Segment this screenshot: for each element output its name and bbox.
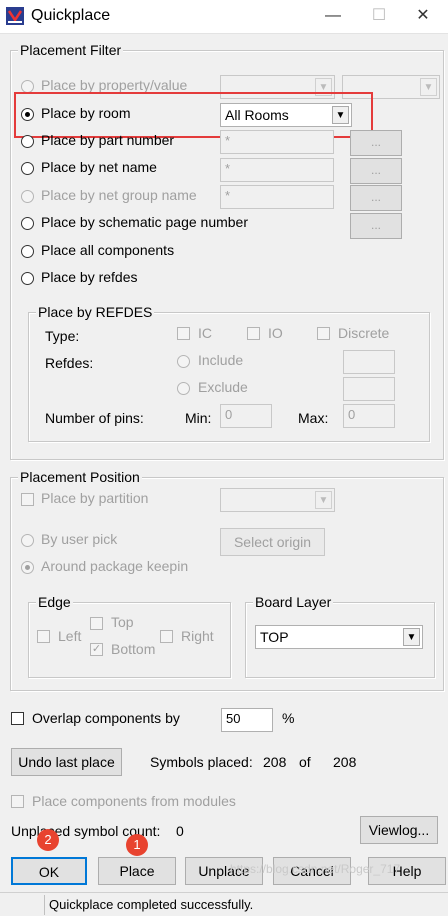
symbols-placed-label: Symbols placed: (150, 754, 253, 770)
step-badge-place: 1 (126, 834, 148, 856)
minimize-button[interactable]: — (310, 0, 356, 34)
overlap-label: Overlap components by (32, 710, 180, 726)
modules-checkbox[interactable] (11, 795, 24, 808)
symbols-of-label: of (299, 754, 311, 770)
radio-net-group[interactable] (21, 190, 34, 203)
min-pins-field[interactable]: 0 (220, 404, 272, 428)
type-io-checkbox[interactable] (247, 327, 260, 340)
placement-filter-legend: Placement Filter (18, 42, 124, 58)
include-label: Include (198, 352, 244, 368)
type-discrete-checkbox[interactable] (317, 327, 330, 340)
min-label: Min: (185, 410, 212, 426)
watermark: https://blog.csdn.net/Roger_717 (230, 862, 401, 876)
radio-schematic-page[interactable] (21, 217, 34, 230)
edge-right-checkbox[interactable] (160, 630, 173, 643)
net-name-browse-button[interactable]: ... (350, 158, 402, 184)
radio-net-name[interactable] (21, 162, 34, 175)
overlap-checkbox[interactable] (11, 712, 24, 725)
net-group-browse-button[interactable]: ... (350, 185, 402, 211)
status-bar: Quickplace completed successfully. (0, 892, 448, 916)
status-message: Quickplace completed successfully. (44, 895, 448, 915)
edge-left-checkbox[interactable] (37, 630, 50, 643)
step-badge-ok: 2 (37, 829, 59, 851)
option-all-components-label: Place all components (41, 242, 175, 258)
refdes-group-legend: Place by REFDES (36, 304, 155, 320)
select-origin-button[interactable]: Select origin (220, 528, 325, 556)
app-icon (6, 7, 24, 25)
maximize-button[interactable]: ☐ (356, 0, 402, 34)
board-layer-value: TOP (260, 629, 289, 645)
placement-position-legend: Placement Position (18, 469, 142, 485)
refdes-label: Refdes: (45, 355, 94, 371)
chevron-down-icon: ▼ (420, 78, 437, 96)
option-net-group-label: Place by net group name (41, 187, 197, 203)
type-ic-label: IC (198, 325, 212, 341)
symbols-placed-count: 208 (263, 754, 287, 770)
exclude-field[interactable] (343, 377, 395, 401)
option-net-name-label: Place by net name (41, 159, 157, 175)
close-button[interactable]: ✕ (400, 0, 446, 34)
partition-checkbox[interactable] (21, 493, 34, 506)
board-layer-select[interactable]: TOP ▼ (255, 625, 423, 649)
schematic-page-browse-button[interactable]: ... (350, 213, 402, 239)
part-number-browse-button[interactable]: ... (350, 130, 402, 156)
pins-label: Number of pins: (45, 410, 144, 426)
radio-around-keepin[interactable] (21, 561, 34, 574)
option-property-value-label: Place by property/value (41, 77, 188, 93)
radio-include[interactable] (177, 355, 190, 368)
radio-exclude[interactable] (177, 382, 190, 395)
edge-legend: Edge (36, 594, 73, 610)
overlap-percent-field[interactable]: 50 (221, 708, 273, 732)
ok-button[interactable]: OK (11, 857, 87, 885)
unplaced-count-value: 0 (176, 823, 184, 839)
overlap-unit: % (282, 710, 295, 726)
edge-bottom-checkbox[interactable]: ✓ (90, 643, 103, 656)
type-label: Type: (45, 328, 80, 344)
board-layer-legend: Board Layer (253, 594, 334, 610)
user-pick-label: By user pick (41, 531, 118, 547)
exclude-label: Exclude (198, 379, 248, 395)
symbols-total-count: 208 (333, 754, 357, 770)
radio-part-number[interactable] (21, 135, 34, 148)
window-title: Quickplace (31, 7, 111, 24)
modules-label: Place components from modules (32, 793, 236, 809)
option-refdes-label: Place by refdes (41, 269, 138, 285)
place-button[interactable]: Place (98, 857, 176, 885)
include-field[interactable] (343, 350, 395, 374)
radio-refdes[interactable] (21, 272, 34, 285)
type-discrete-label: Discrete (338, 325, 390, 341)
net-group-field[interactable]: * (220, 185, 334, 209)
max-pins-field[interactable]: 0 (343, 404, 395, 428)
partition-label: Place by partition (41, 490, 149, 506)
undo-last-place-button[interactable]: Undo last place (11, 748, 122, 776)
net-name-field[interactable]: * (220, 158, 334, 182)
edge-top-label: Top (111, 614, 134, 630)
radio-user-pick[interactable] (21, 534, 34, 547)
chevron-down-icon: ▼ (315, 491, 332, 509)
viewlog-button[interactable]: Viewlog... (360, 816, 438, 844)
max-label: Max: (298, 410, 329, 426)
checkmark-icon: ✓ (91, 643, 102, 655)
option-part-number-label: Place by part number (41, 132, 175, 148)
type-io-label: IO (268, 325, 283, 341)
around-keepin-label: Around package keepin (41, 558, 189, 574)
title-bar[interactable]: Quickplace — ☐ ✕ (0, 0, 448, 34)
edge-left-label: Left (58, 628, 82, 644)
chevron-down-icon: ▼ (403, 628, 420, 646)
edge-right-label: Right (181, 628, 214, 644)
part-number-field[interactable]: * (220, 130, 334, 154)
type-ic-checkbox[interactable] (177, 327, 190, 340)
option-schematic-page-label: Place by schematic page number (41, 214, 248, 230)
partition-select[interactable]: ▼ (220, 488, 335, 512)
edge-bottom-label: Bottom (111, 641, 156, 657)
edge-top-checkbox[interactable] (90, 617, 103, 630)
radio-all-components[interactable] (21, 245, 34, 258)
